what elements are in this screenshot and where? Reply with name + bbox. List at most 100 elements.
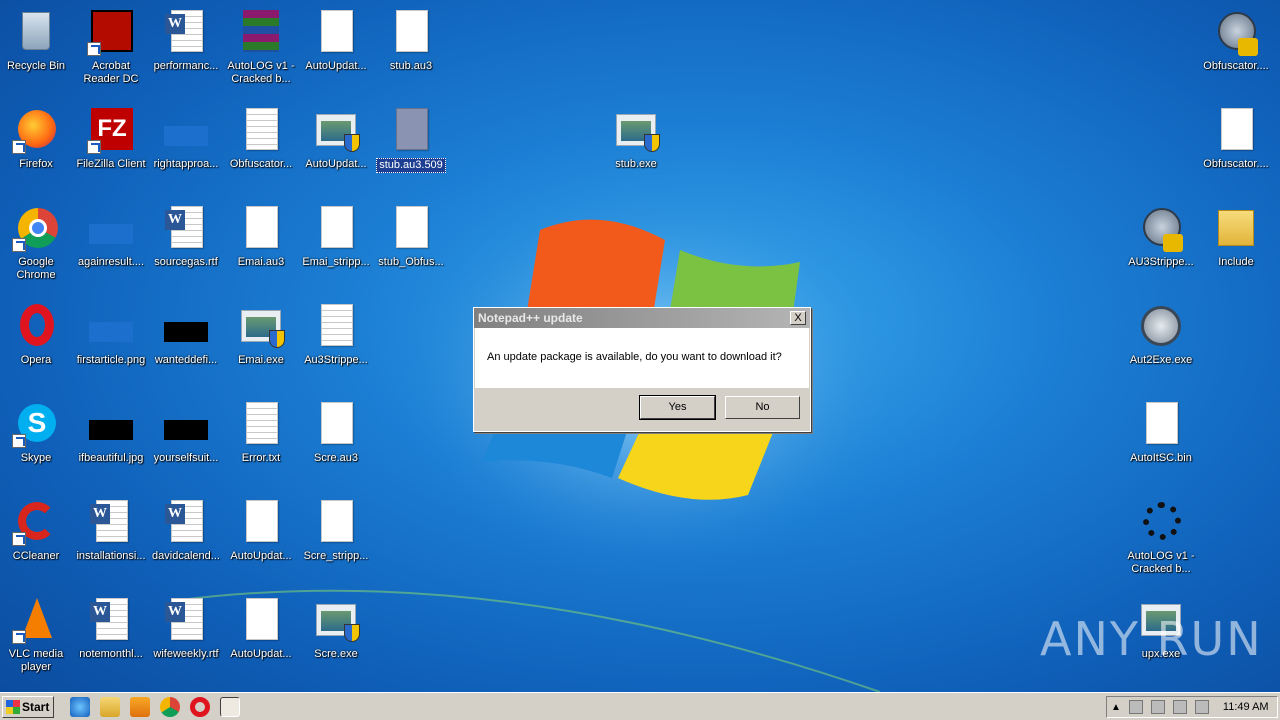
icon-label: Emai.exe [238,354,284,366]
icon-label: stub_Obfus... [378,256,444,268]
skype-icon[interactable]: S Skype [0,394,74,484]
folder-icon[interactable] [100,696,120,717]
monitor-icon[interactable] [1150,700,1165,714]
icon-label: againresult.... [77,256,145,268]
icon-label: AutoLOG v1 - Cracked b... [227,60,295,85]
file-icon[interactable]: AutoUpdat... [298,2,374,92]
icon-label: Scre.au3 [313,452,359,464]
icon-label: AutoItSC.bin [1130,452,1192,464]
file-icon[interactable]: Scre_stripp... [298,492,374,582]
file-icon[interactable]: AutoUpdat... [223,590,299,680]
autoit-icon[interactable]: Obfuscator.... [1198,2,1274,92]
start-button[interactable]: Start [2,695,54,718]
icon-label: AutoUpdat... [230,648,292,660]
filezilla-icon[interactable]: FZ FileZilla Client [73,100,149,190]
ccleaner-icon[interactable]: CCleaner [0,492,74,582]
dialog-title: Notepad++ update [478,311,583,325]
opera-icon[interactable] [190,696,210,717]
recycle-bin-icon[interactable]: Recycle Bin [0,2,74,92]
internet-explorer-icon[interactable] [70,696,90,717]
dialog-buttons: Yes No [474,388,810,420]
chrome-icon[interactable] [160,696,180,717]
icon-label: wanteddefi... [154,354,218,366]
autoit-icon[interactable]: AU3Strippe... [1123,198,1199,288]
executable-icon[interactable]: Emai.exe [223,296,299,386]
update-dialog: Notepad++ update X An update package is … [473,307,811,432]
opera-icon[interactable]: Opera [0,296,74,386]
file-icon[interactable]: stub.au3 [373,2,449,92]
folder-icon[interactable]: Include [1198,198,1274,288]
firefox-icon[interactable]: Firefox [0,100,74,190]
acrobat-icon[interactable]: Acrobat Reader DC [73,2,149,92]
word-document-icon[interactable]: W installationsi... [73,492,149,582]
media-player-icon[interactable] [130,696,150,717]
file-thumbnail-icon[interactable]: rightapproa... [148,100,224,190]
icon-label: Skype [20,452,52,464]
file-thumbnail-icon[interactable]: againresult.... [73,198,149,288]
icon-label: stub.exe [615,158,657,170]
icon-label: AutoUpdat... [305,158,367,170]
executable-icon[interactable]: stub.exe [598,100,674,190]
file-icon[interactable]: stub.au3.509 [373,100,449,190]
dialog-title-bar[interactable]: Notepad++ update X [474,308,810,328]
icon-label: AutoLOG v1 - Cracked b... [1127,550,1195,575]
executable-icon[interactable]: AutoUpdat... [298,100,374,190]
text-file-icon[interactable]: Obfuscator... [223,100,299,190]
network-icon[interactable] [1128,700,1143,714]
icon-label: stub.au3.509 [376,158,446,173]
file-icon[interactable]: Scre.au3 [298,394,374,484]
icon-label: VLC media player [8,648,64,673]
chevron-up-icon[interactable]: ▲ [1111,702,1121,713]
file-icon[interactable]: Obfuscator.... [1198,100,1274,190]
image-thumbnail-icon[interactable]: firstarticle.png [73,296,149,386]
image-thumbnail-icon[interactable]: wanteddefi... [148,296,224,386]
icon-label: Emai_stripp... [302,256,370,268]
quick-launch [70,696,240,717]
file-icon[interactable]: AutoItSC.bin [1123,394,1199,484]
file-icon[interactable]: stub_Obfus... [373,198,449,288]
clock[interactable]: 11:49 AM [1223,701,1269,713]
notepad-plus-plus-icon[interactable] [220,696,240,717]
chrome-icon[interactable]: Google Chrome [0,198,74,288]
icon-label: AU3Strippe... [1128,256,1194,268]
vlc-icon[interactable]: VLC media player [0,590,74,680]
icon-label: Obfuscator.... [1203,60,1269,72]
word-document-icon[interactable]: W performanc... [148,2,224,92]
icon-label: CCleaner [12,550,60,562]
winrar-archive-icon[interactable]: AutoLOG v1 - Cracked b... [223,2,299,92]
icon-label: FileZilla Client [76,158,146,170]
yes-button[interactable]: Yes [639,395,716,420]
icon-label: davidcalend... [152,550,220,562]
image-thumbnail-icon[interactable]: ifbeautiful.jpg [73,394,149,484]
image-thumbnail-icon[interactable]: yourselfsuit... [148,394,224,484]
word-document-icon[interactable]: W sourcegas.rtf [148,198,224,288]
icon-label: stub.au3 [389,60,433,72]
icon-label: installationsi... [76,550,146,562]
text-file-icon[interactable]: Au3Strippe... [298,296,374,386]
system-tray: ▲ 11:49 AM [1106,696,1278,718]
close-button[interactable]: X [790,311,806,325]
taskbar: Start ▲ 11:49 AM [0,692,1280,720]
file-icon[interactable]: Emai_stripp... [298,198,374,288]
icon-label: notemonthl... [79,648,143,660]
icon-label: Obfuscator.... [1203,158,1269,170]
file-icon[interactable]: AutoUpdat... [223,492,299,582]
start-label: Start [22,699,50,714]
word-document-icon[interactable]: W wifeweekly.rtf [148,590,224,680]
icon-label: AutoUpdat... [230,550,292,562]
windows-flag-icon [6,699,20,714]
icon-label: Firefox [19,158,53,170]
word-document-icon[interactable]: W notemonthl... [73,590,149,680]
flag-icon[interactable] [1194,700,1209,714]
icon-label: Google Chrome [16,256,56,281]
file-icon[interactable]: Emai.au3 [223,198,299,288]
icon-label: AutoUpdat... [305,60,367,72]
word-document-icon[interactable]: W davidcalend... [148,492,224,582]
volume-icon[interactable] [1172,700,1187,714]
executable-icon[interactable]: Scre.exe [298,590,374,680]
biohazard-icon[interactable]: AutoLOG v1 - Cracked b... [1123,492,1199,582]
icon-label: yourselfsuit... [153,452,219,464]
text-file-icon[interactable]: Error.txt [223,394,299,484]
autoit-icon[interactable]: Aut2Exe.exe [1123,296,1199,386]
no-button[interactable]: No [725,396,800,419]
